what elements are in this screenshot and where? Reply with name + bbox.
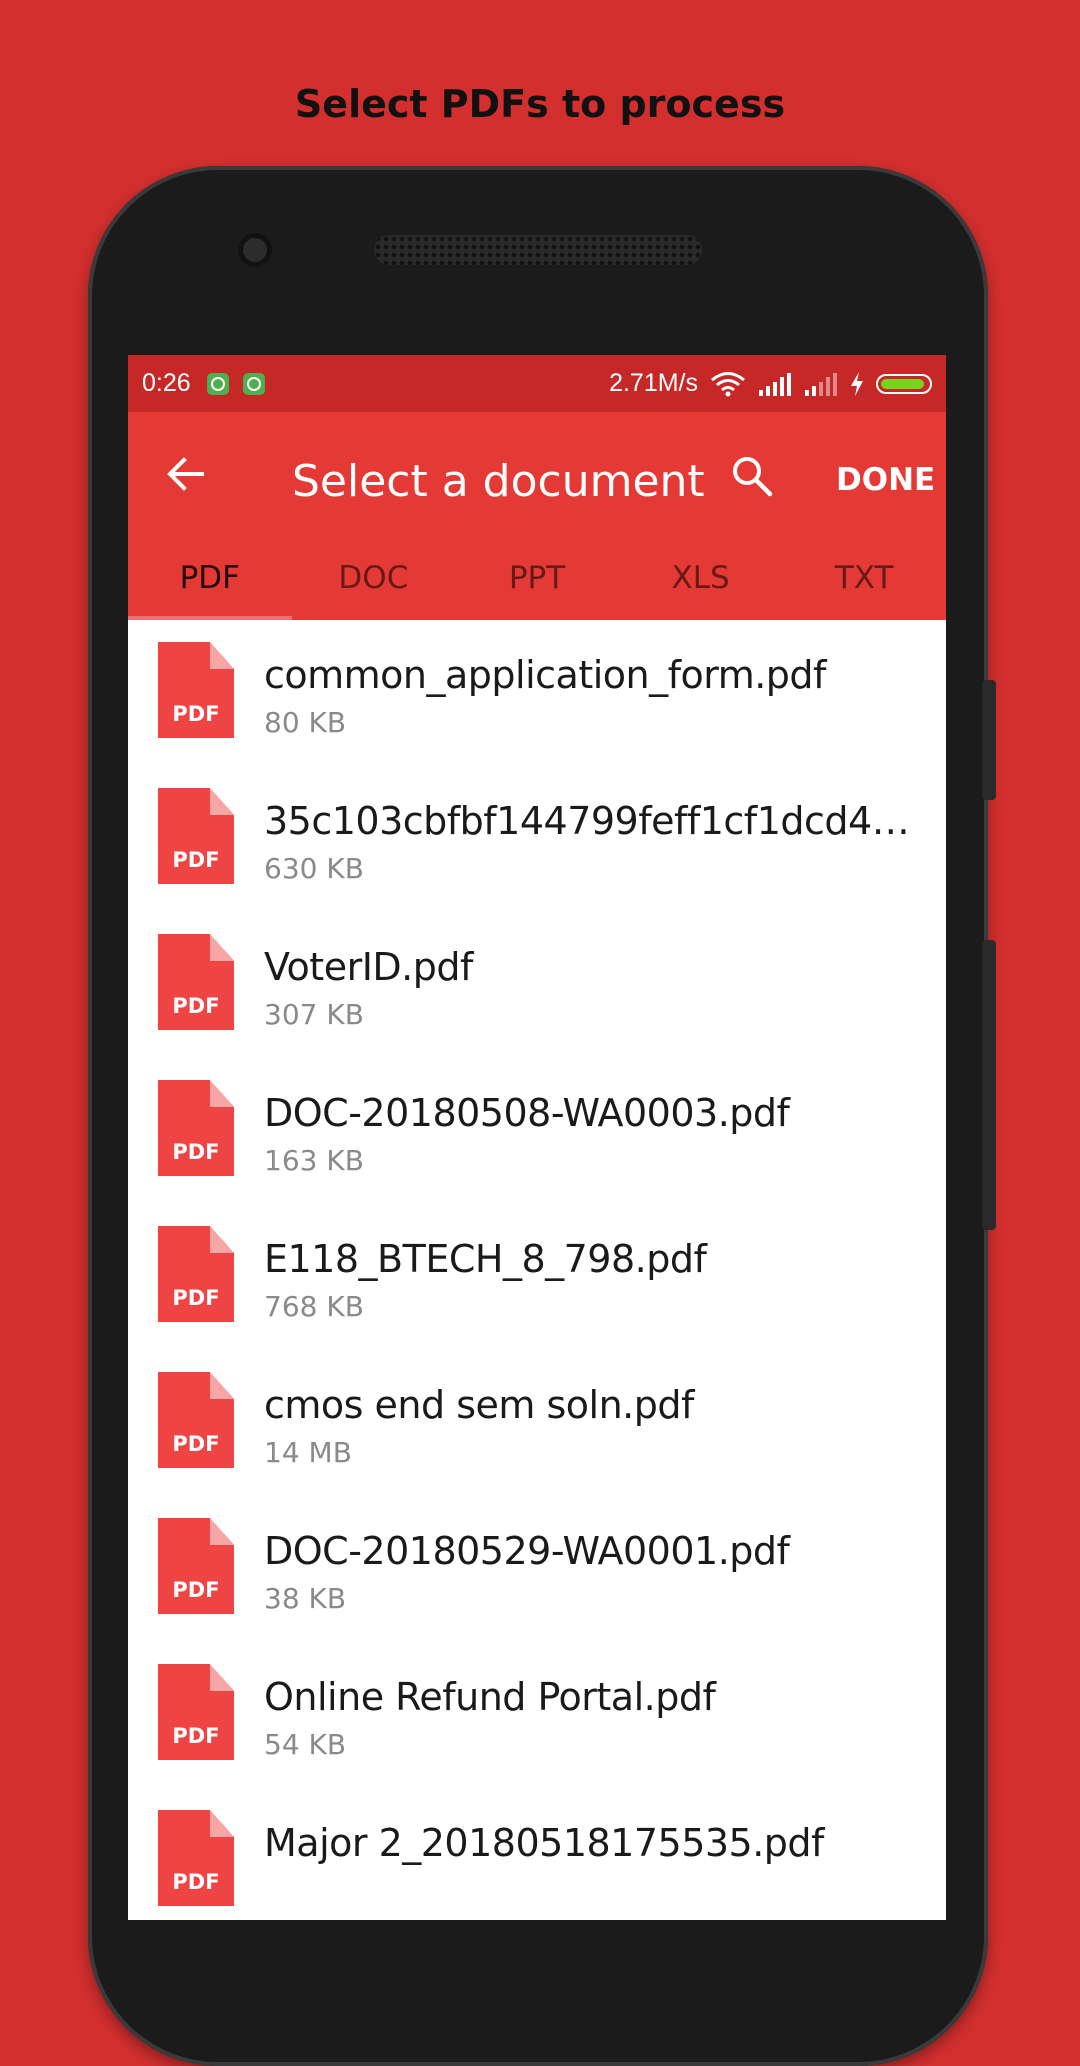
- tab-txt[interactable]: TXT: [782, 536, 946, 620]
- file-list-item[interactable]: PDF Major 2_20180518175535.pdf: [128, 1788, 946, 1920]
- file-list: PDF common_application_form.pdf 80 KB PDF 35…: [128, 620, 946, 1920]
- file-size: 14 MB: [264, 1436, 352, 1469]
- battery-icon: [876, 373, 932, 394]
- pdf-file-icon-label: PDF: [172, 994, 220, 1018]
- pdf-file-icon-label: PDF: [172, 1578, 220, 1602]
- file-name: Major 2_20180518175535.pdf: [264, 1821, 824, 1865]
- wifi-icon: [711, 371, 745, 396]
- charging-icon: [851, 371, 863, 396]
- file-list-item[interactable]: PDF 35c103cbfbf144799feff1cf1dcd412f… 630 …: [128, 766, 946, 912]
- pdf-file-icon-label: PDF: [172, 1870, 220, 1894]
- pdf-file-icon-fold: [210, 642, 234, 669]
- done-button[interactable]: DONE: [836, 462, 935, 498]
- document-type-tabs: PDF DOC PPT XLS TXT: [128, 536, 946, 620]
- promo-title: Select PDFs to process: [294, 82, 786, 126]
- pdf-file-icon-fold: [210, 788, 234, 815]
- arrow-back-icon[interactable]: [166, 454, 206, 494]
- file-size: 38 KB: [264, 1582, 347, 1615]
- pdf-file-icon-fold: [210, 934, 234, 961]
- tab-pdf[interactable]: PDF: [128, 536, 292, 620]
- pdf-file-icon-label: PDF: [172, 1432, 220, 1456]
- pdf-file-icon-label: PDF: [172, 1140, 220, 1164]
- page-title: Select a document: [292, 456, 705, 507]
- earpiece-speaker: [374, 235, 702, 265]
- cell-signal-icon: [759, 372, 791, 396]
- file-size: 163 KB: [264, 1144, 364, 1177]
- tab-ppt[interactable]: PPT: [455, 536, 619, 620]
- tab-xls[interactable]: XLS: [619, 536, 783, 620]
- file-size: 80 KB: [264, 706, 347, 739]
- file-list-item[interactable]: PDF DOC-20180508-WA0003.pdf 163 KB: [128, 1058, 946, 1204]
- pdf-file-icon-label: PDF: [172, 1724, 220, 1748]
- front-camera: [238, 233, 272, 267]
- file-name: Online Refund Portal.pdf: [264, 1675, 716, 1719]
- file-list-item[interactable]: PDF E118_BTECH_8_798.pdf 768 KB: [128, 1204, 946, 1350]
- app-toolbar: Select a document DONE: [128, 412, 946, 536]
- pdf-file-icon-label: PDF: [172, 848, 220, 872]
- pdf-file-icon-label: PDF: [172, 1286, 220, 1310]
- file-size: 54 KB: [264, 1728, 347, 1761]
- file-name: 35c103cbfbf144799feff1cf1dcd412f…: [264, 799, 924, 843]
- file-name: cmos end sem soln.pdf: [264, 1383, 694, 1427]
- file-size: 307 KB: [264, 998, 364, 1031]
- phone-side-button: [982, 680, 996, 800]
- file-name: common_application_form.pdf: [264, 653, 826, 697]
- file-list-item[interactable]: PDF DOC-20180529-WA0001.pdf 38 KB: [128, 1496, 946, 1642]
- file-list-item[interactable]: PDF cmos end sem soln.pdf 14 MB: [128, 1350, 946, 1496]
- pdf-file-icon-label: PDF: [172, 702, 220, 726]
- notification-app-icon: [242, 372, 265, 395]
- status-time: 0:26: [142, 369, 191, 397]
- notification-app-icon: [206, 372, 229, 395]
- file-list-item[interactable]: PDF VoterID.pdf 307 KB: [128, 912, 946, 1058]
- file-list-item[interactable]: PDF Online Refund Portal.pdf 54 KB: [128, 1642, 946, 1788]
- network-speed: 2.71M/s: [609, 369, 698, 397]
- phone-screen: 0:26 2.71M/s Select a document DONE PDF …: [128, 355, 946, 1920]
- file-list-item[interactable]: PDF common_application_form.pdf 80 KB: [128, 620, 946, 766]
- file-name: E118_BTECH_8_798.pdf: [264, 1237, 707, 1281]
- status-bar: 0:26 2.71M/s: [128, 355, 946, 412]
- file-size: 630 KB: [264, 852, 364, 885]
- file-size: 768 KB: [264, 1290, 364, 1323]
- phone-side-button: [982, 940, 996, 1230]
- file-name: DOC-20180529-WA0001.pdf: [264, 1529, 790, 1573]
- file-name: VoterID.pdf: [264, 945, 473, 989]
- search-icon[interactable]: [730, 454, 774, 498]
- file-name: DOC-20180508-WA0003.pdf: [264, 1091, 790, 1135]
- tab-doc[interactable]: DOC: [292, 536, 456, 620]
- cell-signal-icon: [805, 372, 837, 396]
